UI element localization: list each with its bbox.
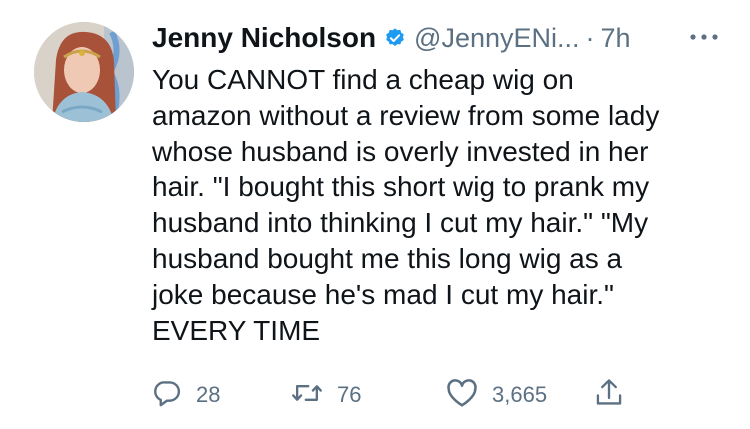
share-icon [594, 377, 624, 414]
tweet-actions: 28 76 3,665 [0, 375, 750, 415]
share-button[interactable] [594, 375, 624, 415]
tweet-timestamp[interactable]: 7h [601, 23, 631, 54]
heart-icon [446, 378, 478, 413]
author-handle[interactable]: @JennyENi... [414, 23, 579, 54]
retweet-icon [291, 378, 323, 413]
separator-dot: · [585, 22, 595, 53]
more-options-icon[interactable] [681, 22, 727, 52]
like-count: 3,665 [492, 382, 548, 407]
tweet-text: You CANNOT find a cheap wig on amazon wi… [152, 64, 660, 346]
reply-icon [152, 378, 182, 413]
retweet-button[interactable]: 76 [291, 375, 361, 415]
avatar[interactable] [34, 22, 134, 122]
like-button[interactable]: 3,665 [446, 375, 547, 415]
author-name[interactable]: Jenny Nicholson [152, 22, 376, 54]
tweet-header: Jenny Nicholson @JennyENi... · 7h [152, 18, 727, 58]
tweet-body: Jenny Nicholson @JennyENi... · 7h You CA… [152, 18, 727, 348]
reply-button[interactable]: 28 [152, 375, 220, 415]
retweet-count: 76 [337, 382, 362, 407]
reply-count: 28 [196, 382, 221, 407]
verified-badge-icon [384, 27, 406, 49]
